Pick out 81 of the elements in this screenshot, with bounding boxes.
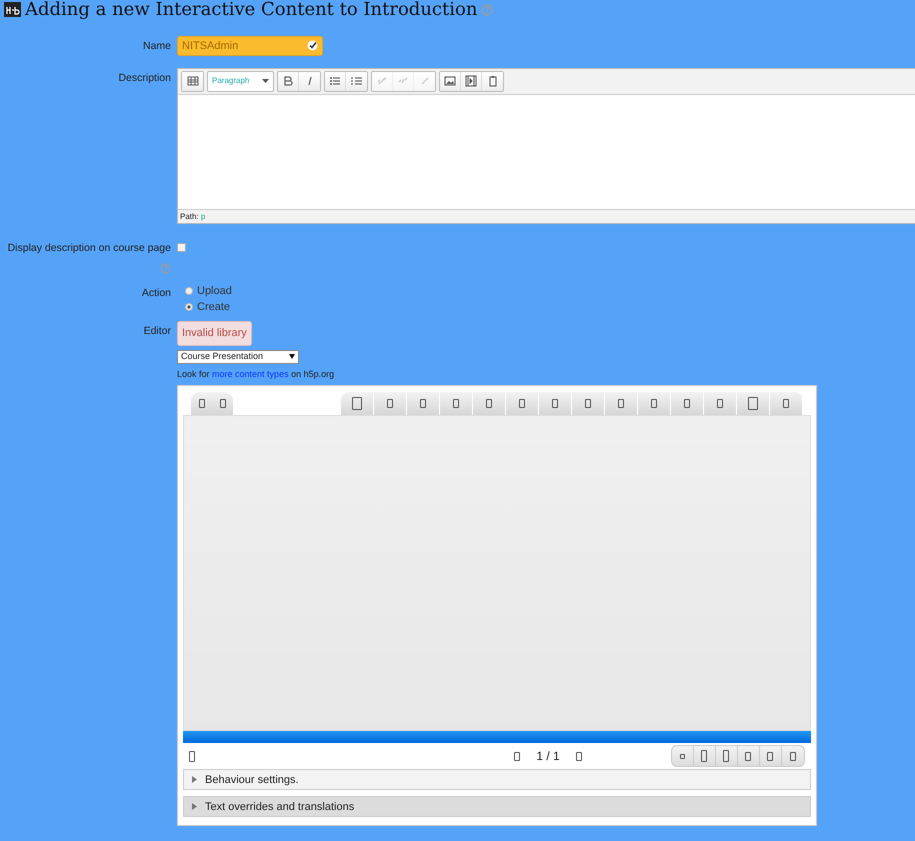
content-types-link[interactable]: more content types: [212, 368, 289, 379]
media-button[interactable]: [461, 72, 482, 91]
italic-button[interactable]: [299, 72, 320, 91]
box-icon: [767, 752, 774, 761]
box-icon: [748, 397, 758, 410]
path-label: Path:: [180, 212, 199, 221]
box-icon: [680, 754, 685, 759]
field-label: Display description on course page: [6, 240, 171, 256]
toolbar-tab[interactable]: [191, 392, 212, 416]
toolbar-tab[interactable]: [770, 392, 803, 416]
field-label: Action: [140, 286, 171, 302]
toolbar-tab[interactable]: [440, 392, 473, 416]
box-icon: [618, 399, 624, 408]
bold-icon: [282, 75, 294, 88]
caret-icon: [192, 803, 197, 810]
error-message: Invalid library: [177, 321, 252, 346]
link-icon: [376, 75, 388, 88]
box-icon: [701, 750, 708, 762]
toolbar-tab[interactable]: [638, 392, 671, 416]
toolbar-tab[interactable]: [212, 392, 233, 416]
paste-button[interactable]: [482, 72, 503, 91]
toolbar-tab[interactable]: [506, 392, 539, 416]
field-label: Description: [117, 70, 171, 86]
box-icon: [552, 399, 558, 408]
image-icon: [444, 75, 456, 88]
toolbar-tab[interactable]: [704, 392, 737, 416]
box-icon: [684, 399, 690, 408]
box-icon: [420, 399, 426, 408]
bullets-button[interactable]: [325, 72, 346, 91]
path-element[interactable]: p: [200, 212, 206, 221]
field-label: Editor: [142, 324, 171, 340]
format-dropdown[interactable]: Paragraph: [208, 72, 273, 91]
page-title: Adding a new Interactive Content to Introduction: [25, 0, 478, 20]
media-icon: [465, 75, 477, 88]
logo-icon: [4, 2, 21, 18]
page-counter: 1 / 1: [536, 748, 560, 766]
caret-icon: [192, 776, 197, 784]
radio-icon[interactable]: [185, 303, 193, 312]
field-label: Name: [142, 38, 171, 54]
paste-icon: [486, 75, 498, 88]
help-text: Look for more content types on h5p.org: [177, 368, 336, 381]
anchor-icon: [418, 75, 430, 88]
next-icon[interactable]: [576, 752, 582, 761]
box-icon: [745, 752, 752, 761]
box-icon: [198, 399, 204, 408]
toolbar-tab[interactable]: [539, 392, 572, 416]
box-icon: [352, 397, 362, 410]
box-icon: [585, 399, 591, 408]
box-icon: [453, 399, 459, 408]
toolbar-tab[interactable]: [341, 392, 374, 416]
toolbar-tab[interactable]: [605, 392, 638, 416]
box-icon: [723, 750, 730, 762]
box-icon: [651, 399, 657, 408]
radio-option[interactable]: Upload: [185, 283, 911, 300]
box-icon: [220, 399, 226, 408]
library-select[interactable]: Course Presentation: [177, 350, 299, 364]
radio-option[interactable]: Create: [185, 299, 911, 316]
toolbar-tab[interactable]: [407, 392, 440, 416]
radio-icon[interactable]: [185, 287, 193, 296]
box-icon: [790, 752, 796, 761]
toolbar-tab[interactable]: [374, 392, 407, 416]
numbers-icon: [350, 75, 362, 88]
numbers-button[interactable]: [346, 72, 367, 91]
toolbar-tab[interactable]: [737, 392, 770, 416]
name-field[interactable]: NITSAdmin: [177, 36, 323, 56]
image-button[interactable]: [440, 72, 461, 91]
toolbar-tab[interactable]: [572, 392, 605, 416]
toolbar-tab[interactable]: [473, 392, 506, 416]
box-icon: [189, 750, 195, 762]
box-icon: [783, 399, 789, 408]
box-icon: [717, 399, 723, 408]
section-header[interactable]: Behaviour settings.: [183, 769, 811, 790]
bold-button[interactable]: [278, 72, 299, 91]
bullets-icon: [329, 75, 341, 88]
previous-icon[interactable]: [514, 752, 520, 761]
box-icon: [519, 399, 525, 408]
box-icon: [387, 399, 393, 408]
toggle-icon: [186, 75, 198, 88]
section-header[interactable]: Text overrides and translations: [183, 796, 811, 818]
box-icon: [486, 399, 492, 408]
toolbar-tab[interactable]: [671, 392, 704, 416]
